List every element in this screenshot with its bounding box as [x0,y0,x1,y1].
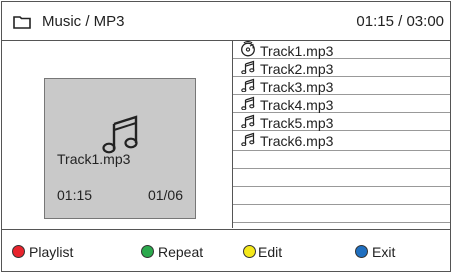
music-note-icon [102,115,138,154]
list-item[interactable]: Track2.mp3 [233,59,450,77]
list-item[interactable]: Track3.mp3 [233,77,450,95]
repeat-label: Repeat [158,244,204,260]
track-label: Track2.mp3 [260,61,334,77]
track-label: Track3.mp3 [260,79,334,95]
music-note-icon [241,114,255,128]
track-label: Track4.mp3 [260,97,334,113]
empty-row [233,187,450,205]
folder-icon [13,16,31,29]
yellow-dot-icon [243,245,256,258]
now-playing-title: Track1.mp3 [57,151,131,167]
list-item[interactable]: Track1.mp3 [233,41,450,59]
red-dot-icon [12,245,25,258]
edit-label: Edit [258,244,283,260]
playlist-label: Playlist [29,244,74,260]
track-label: Track6.mp3 [260,133,334,149]
track-label: Track1.mp3 [260,43,334,59]
playlist: Track1.mp3 Track2.mp3 Track3.mp3 Track4.… [233,41,450,228]
track-label: Track5.mp3 [260,115,334,131]
blue-dot-icon [355,245,368,258]
music-note-icon [241,78,255,92]
music-note-icon [241,132,255,146]
empty-row [233,205,450,223]
empty-row [233,169,450,187]
now-playing-pane: Track1.mp3 01:15 01/06 [2,41,233,228]
exit-label: Exit [372,244,396,260]
music-note-icon [241,96,255,110]
now-playing-card: Track1.mp3 01:15 01/06 [44,78,196,219]
header-bar: Music / MP3 01:15 / 03:00 [2,2,450,41]
list-item[interactable]: Track4.mp3 [233,95,450,113]
breadcrumb: Music / MP3 [42,13,125,30]
playback-time: 01:15 / 03:00 [356,13,444,30]
color-key-bar: Playlist Repeat Edit Exit [2,229,450,272]
empty-row [233,151,450,169]
now-playing-elapsed: 01:15 [57,187,93,203]
list-item[interactable]: Track6.mp3 [233,131,450,151]
green-dot-icon [141,245,154,258]
now-playing-index: 01/06 [147,187,183,203]
music-note-icon [241,60,255,74]
list-item[interactable]: Track5.mp3 [233,113,450,131]
disc-playing-icon [241,41,255,57]
media-player-window: Music / MP3 01:15 / 03:00 Track1.mp3 01:… [1,1,451,272]
